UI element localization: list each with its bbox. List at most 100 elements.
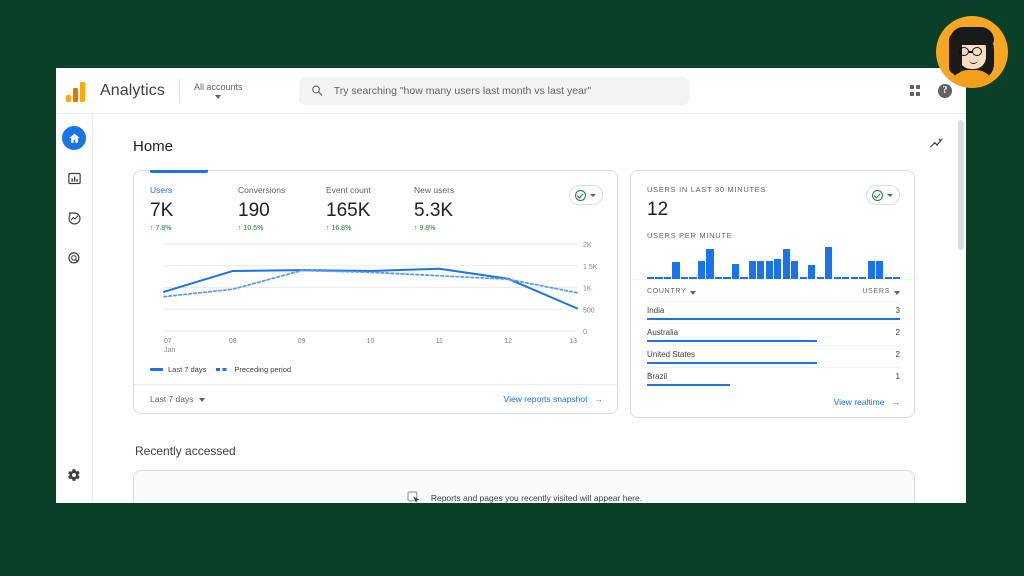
account-selector-label: All accounts	[193, 82, 243, 92]
view-realtime-link[interactable]: View realtime →	[834, 397, 900, 407]
users-line-chart[interactable]: 0 500 1K 1.5K 2K 07 08 09 10 11 12 13 Jan	[134, 236, 617, 361]
delta-arrow-up-icon: ↑	[326, 225, 330, 232]
country-bar-track	[647, 362, 900, 364]
legend-item-preceding-period: Preceding period	[216, 365, 291, 374]
sidebar-item-reports[interactable]	[62, 166, 86, 190]
column-label: USERS	[862, 288, 890, 295]
check-circle-icon	[575, 189, 586, 201]
sidebar-item-admin[interactable]	[62, 463, 86, 487]
minute-bar	[791, 260, 799, 279]
legend-label: Last 7 days	[168, 365, 207, 374]
delta-value: 9.8%	[419, 225, 436, 232]
country-name: United States	[647, 350, 696, 359]
delta-value: 16.8%	[331, 225, 352, 232]
metrics-row: Users 7K ↑ 7.8% Conversions 190 ↑ 10.5% …	[134, 171, 617, 236]
minute-bar	[655, 277, 663, 279]
recently-accessed-empty-text: Reports and pages you recently visited w…	[430, 493, 643, 503]
gear-icon	[68, 469, 80, 481]
country-name: Australia	[647, 328, 679, 337]
realtime-user-count: 12	[647, 199, 669, 220]
svg-text:10: 10	[367, 338, 375, 345]
delta-arrow-up-icon: ↑	[150, 225, 154, 232]
metric-label: Users	[150, 185, 173, 195]
delta-arrow-up-icon: ↑	[238, 225, 242, 232]
delta-arrow-up-icon: ↑	[414, 225, 418, 232]
minute-bar	[825, 247, 833, 279]
metric-label: Event count	[326, 185, 371, 195]
minute-bar	[757, 260, 765, 279]
legend-swatch-dotted	[216, 368, 230, 371]
legend-label: Preceding period	[234, 365, 292, 374]
country-bar-fill	[647, 318, 900, 320]
recently-accessed-title: Recently accessed	[135, 444, 236, 458]
country-users: 2	[895, 350, 900, 359]
delta-value: 7.8%	[155, 225, 172, 232]
minute-bar	[689, 277, 697, 279]
chevron-down-icon	[590, 193, 596, 197]
table-row[interactable]: Australia 2	[631, 323, 914, 342]
country-bar-track	[647, 318, 900, 320]
metric-value: 165K	[326, 200, 371, 221]
sidebar-item-explore[interactable]	[62, 206, 86, 230]
minute-bar	[697, 260, 706, 279]
arrow-right-icon: →	[891, 397, 901, 407]
minute-bar	[842, 277, 850, 279]
chevron-down-icon	[199, 398, 206, 402]
account-selector[interactable]: All accounts	[193, 82, 243, 99]
sidebar-item-advertising[interactable]	[62, 246, 86, 270]
avatar-glasses-bridge	[969, 51, 973, 53]
realtime-header: USERS IN LAST 30 MINUTES 12	[631, 171, 914, 221]
minute-bar	[740, 277, 748, 279]
search-input[interactable]	[333, 84, 678, 97]
insights-trend-icon[interactable]	[929, 136, 944, 156]
search-bar[interactable]	[299, 76, 690, 105]
metric-event-count[interactable]: Event count 165K ↑ 16.8%	[326, 185, 414, 232]
column-header-users[interactable]: USERS	[862, 288, 900, 295]
app-body: Home Users 7K ↑ 7.8% Conversions 190 ↑ 1…	[56, 114, 966, 503]
date-range-label: Last 7 days	[150, 394, 194, 404]
browser-window: Analytics All accounts ?	[56, 68, 966, 503]
svg-text:1K: 1K	[583, 286, 592, 293]
realtime-status-badge[interactable]	[866, 185, 900, 205]
metric-users[interactable]: Users 7K ↑ 7.8%	[150, 185, 238, 232]
link-label: View realtime	[833, 397, 885, 407]
minute-bar	[774, 259, 782, 279]
table-row[interactable]: Brazil 1	[631, 367, 914, 386]
metric-conversions[interactable]: Conversions 190 ↑ 10.5%	[238, 185, 326, 232]
users-per-minute-label: USERS PER MINUTE	[647, 231, 733, 240]
chevron-down-icon	[215, 95, 222, 99]
svg-text:0: 0	[583, 329, 587, 336]
main-content: Home Users 7K ↑ 7.8% Conversions 190 ↑ 1…	[93, 114, 966, 503]
metric-delta: ↑ 9.8%	[414, 225, 502, 232]
overview-status-badge[interactable]	[569, 185, 603, 205]
metric-delta: ↑ 16.8%	[326, 225, 414, 232]
column-header-country[interactable]: COUNTRY	[647, 288, 697, 295]
country-bar-track	[647, 340, 900, 342]
metric-new-users[interactable]: New users 5.3K ↑ 9.8%	[414, 185, 502, 232]
table-row[interactable]: United States 2	[631, 345, 914, 364]
country-bar-fill	[647, 340, 817, 342]
minute-bar	[782, 248, 790, 279]
table-row[interactable]: India 3	[631, 301, 914, 320]
sidebar-item-home[interactable]	[62, 126, 86, 150]
home-icon	[68, 133, 80, 143]
app-topbar: Analytics All accounts ?	[56, 68, 966, 114]
cards-row: Users 7K ↑ 7.8% Conversions 190 ↑ 10.5% …	[133, 170, 944, 418]
click-cursor-icon	[407, 491, 420, 503]
explore-bubble-icon	[67, 211, 81, 225]
realtime-kicker: USERS IN LAST 30 MINUTES	[647, 185, 767, 194]
view-reports-snapshot-link[interactable]: View reports snapshot →	[504, 394, 603, 404]
minute-bar	[680, 277, 689, 279]
minute-bar	[876, 260, 884, 279]
link-label: View reports snapshot	[503, 394, 588, 404]
arrow-right-icon: →	[594, 394, 604, 404]
svg-text:11: 11	[436, 338, 443, 345]
advertising-target-icon	[67, 251, 79, 263]
date-range-selector[interactable]: Last 7 days	[150, 394, 206, 404]
svg-text:1.5K: 1.5K	[583, 264, 598, 271]
content-scrollbar[interactable]	[958, 120, 964, 250]
avatar-glasses-left	[959, 47, 969, 56]
minute-bar	[867, 260, 875, 279]
svg-text:07: 07	[164, 338, 172, 345]
grid-apps-icon[interactable]	[909, 85, 920, 96]
